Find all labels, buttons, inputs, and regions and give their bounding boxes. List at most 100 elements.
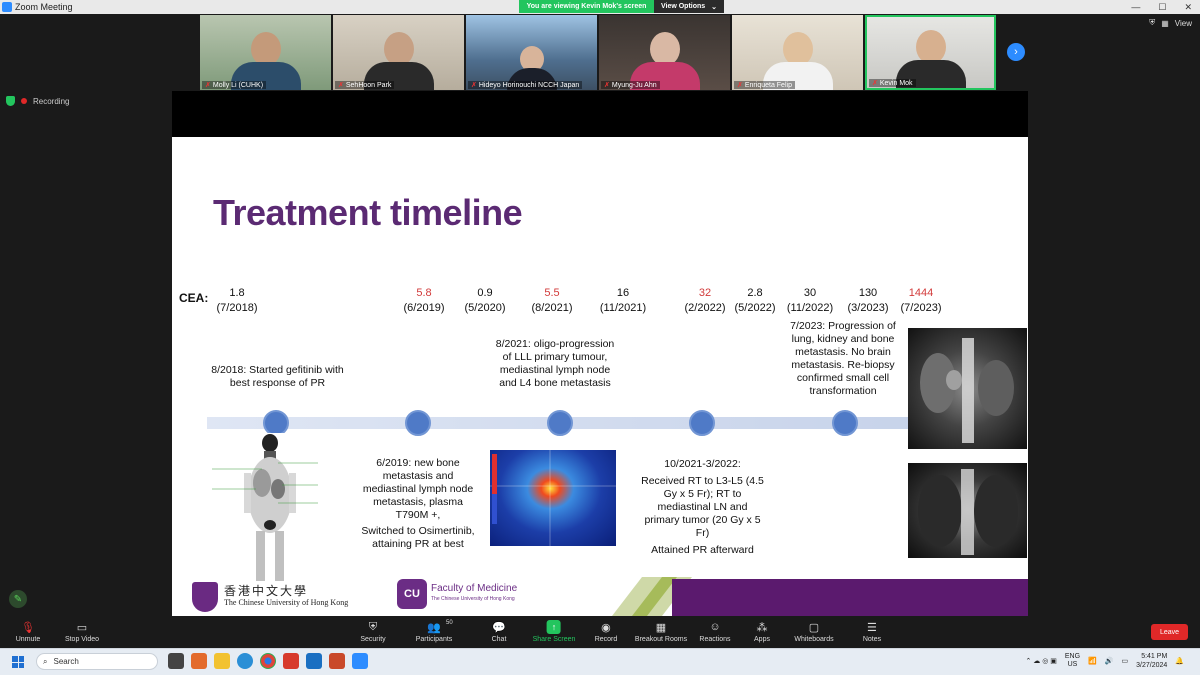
cea-number: 1444 xyxy=(908,287,934,299)
note-osimertinib-switch: Switched to Osimertinib, attaining PR at… xyxy=(361,525,475,550)
participant-tile[interactable]: ✗ Enriqueta Felip xyxy=(732,15,863,90)
cea-number: 1.8 xyxy=(229,287,245,299)
window-title: Zoom Meeting xyxy=(15,2,73,12)
search-label: Search xyxy=(53,657,79,666)
outlook-icon[interactable] xyxy=(306,653,322,669)
participant-name: ✗ SehHoon Park xyxy=(335,81,395,89)
shield-check-icon[interactable]: ⛨ xyxy=(1149,18,1155,28)
fom-logo-text: Faculty of Medicine The Chinese Universi… xyxy=(431,583,517,605)
note-oligo-progression: 8/2021: oligo-progression of LLL primary… xyxy=(495,338,615,389)
battery-icon[interactable]: ▭ xyxy=(1122,657,1129,665)
participant-tile[interactable]: ✗ Myung-Ju Ahn xyxy=(599,15,730,90)
app-icon[interactable] xyxy=(191,653,207,669)
unmute-button[interactable]: 🎙 Unmute xyxy=(16,620,41,644)
chat-button[interactable]: 💬 Chat xyxy=(491,620,507,644)
whiteboards-button[interactable]: ▢ Whiteboards xyxy=(794,620,833,644)
windows-start-icon[interactable] xyxy=(12,656,24,668)
taskbar-apps xyxy=(168,653,368,669)
fom-title: Faculty of Medicine xyxy=(431,583,518,594)
clock[interactable]: 5:41 PM 3/27/2024 xyxy=(1136,652,1167,670)
share-screen-icon: ↑ xyxy=(547,620,561,634)
file-explorer-icon[interactable] xyxy=(214,653,230,669)
powerpoint-icon[interactable] xyxy=(329,653,345,669)
reactions-button[interactable]: ☺ Reactions xyxy=(699,620,730,643)
participant-tile[interactable]: ✗ Molly Li (CUHK) xyxy=(200,15,331,90)
close-icon[interactable]: ✕ xyxy=(1184,2,1192,13)
cea-value: 5.5 (8/2021) xyxy=(532,286,573,316)
view-options-button[interactable]: View Options ⌄ xyxy=(654,0,724,13)
volume-icon[interactable]: 🔊 xyxy=(1105,657,1114,665)
muted-microphone-icon: 🎙 xyxy=(21,621,35,634)
share-screen-button[interactable]: ↑ Share Screen xyxy=(533,620,575,643)
clock-time: 5:41 PM xyxy=(1141,653,1168,660)
task-view-icon[interactable] xyxy=(168,653,184,669)
cea-value: 1.8 (7/2018) xyxy=(217,286,258,316)
cea-date: (11/2022) xyxy=(786,302,834,314)
cea-date: (6/2019) xyxy=(403,302,445,314)
cea-value: 16 (11/2021) xyxy=(600,286,646,316)
lang-top: ENG xyxy=(1064,653,1081,660)
security-shield-icon xyxy=(6,96,15,106)
wifi-icon[interactable]: 📶 xyxy=(1088,657,1097,665)
shield-icon: ⛨ xyxy=(368,620,378,633)
zoom-taskbar-icon[interactable] xyxy=(352,653,368,669)
input-language[interactable]: ENG US xyxy=(1065,653,1080,669)
maximize-icon[interactable]: ☐ xyxy=(1158,2,1166,13)
participant-tile[interactable]: ✗ Kevin Mok xyxy=(865,15,996,90)
cea-value: 5.8 (6/2019) xyxy=(404,286,445,316)
notifications-icon[interactable]: 🔔 xyxy=(1175,657,1184,665)
timeline-dot xyxy=(405,410,431,436)
note-osimertinib: 6/2019: new bone metastasis and mediasti… xyxy=(362,457,474,521)
participant-tile[interactable]: ✗ Hideyo Horinouchi NCCH Japan xyxy=(466,15,597,90)
video-camera-icon: ▭ xyxy=(76,621,88,634)
record-button[interactable]: ◉ Record xyxy=(595,620,618,644)
record-dot-icon xyxy=(21,98,27,104)
grid-view-icon[interactable]: ▦ xyxy=(1161,19,1169,28)
notes-button[interactable]: ☰ Notes xyxy=(863,620,881,644)
view-label[interactable]: View xyxy=(1175,19,1192,28)
cuhk-logo: 香港中文大學 The Chinese University of Hong Ko… xyxy=(192,582,348,612)
cea-date: (5/2020) xyxy=(464,302,506,314)
cea-value: 2.8 (5/2022) xyxy=(735,286,776,316)
ct-scan-abdomen-figure xyxy=(920,338,1014,443)
whiteboard-icon: ▢ xyxy=(808,621,820,634)
participants-label: Participants xyxy=(415,636,453,643)
participant-name: ✗ Enriqueta Felip xyxy=(734,81,795,89)
gallery-next-icon[interactable]: › xyxy=(1007,43,1025,61)
cuhk-logo-text: 香港中文大學 The Chinese University of Hong Ko… xyxy=(224,584,348,608)
recording-indicator[interactable]: Recording xyxy=(6,96,69,106)
chat-bubble-icon: 💬 xyxy=(492,621,506,634)
note-rt-details: Received RT to L3-L5 (4.5 Gy x 5 Fr); RT… xyxy=(641,475,764,539)
edge-icon[interactable] xyxy=(237,653,253,669)
cuhk-chinese-name: 香港中文大學 xyxy=(224,584,309,598)
cea-date: (11/2021) xyxy=(599,302,647,314)
participants-icon: 👥 xyxy=(427,621,441,634)
breakout-label: Breakout Rooms xyxy=(634,636,688,643)
chat-label: Chat xyxy=(491,636,507,643)
ct-scan-abdomen-image xyxy=(908,328,1027,449)
breakout-rooms-button[interactable]: ▦ Breakout Rooms xyxy=(634,620,688,644)
breakout-rooms-icon: ▦ xyxy=(655,621,667,634)
muted-mic-icon: ✗ xyxy=(205,82,211,89)
tray-icons[interactable]: ⌃ ☁ ◎ ▣ xyxy=(1025,657,1056,665)
muted-mic-icon: ✗ xyxy=(338,82,344,89)
taskbar-search[interactable]: ⌕ Search xyxy=(36,653,158,670)
minimize-icon[interactable]: — xyxy=(1131,2,1140,12)
chrome-icon[interactable] xyxy=(260,653,276,669)
stop-video-button[interactable]: ▭ Stop Video xyxy=(65,620,99,644)
annotate-pen-icon[interactable]: ✎ xyxy=(9,590,27,608)
reactions-label: Reactions xyxy=(699,636,731,643)
cea-number: 5.8 xyxy=(416,287,432,299)
cea-label: CEA: xyxy=(179,291,209,305)
search-icon: ⌕ xyxy=(43,656,48,666)
muted-mic-icon: ✗ xyxy=(737,82,743,89)
leave-button[interactable]: Leave xyxy=(1151,624,1188,640)
cu-medicine-badge-icon: CU xyxy=(397,579,427,609)
security-button[interactable]: ⛨ Security xyxy=(360,620,385,644)
participant-tile[interactable]: ✗ SehHoon Park xyxy=(333,15,464,90)
apps-button[interactable]: ⁂ Apps xyxy=(754,620,770,644)
participant-name: ✗ Molly Li (CUHK) xyxy=(202,81,267,89)
acrobat-icon[interactable] xyxy=(283,653,299,669)
cea-number: 16 xyxy=(616,287,630,299)
view-options-label: View Options xyxy=(660,3,706,10)
